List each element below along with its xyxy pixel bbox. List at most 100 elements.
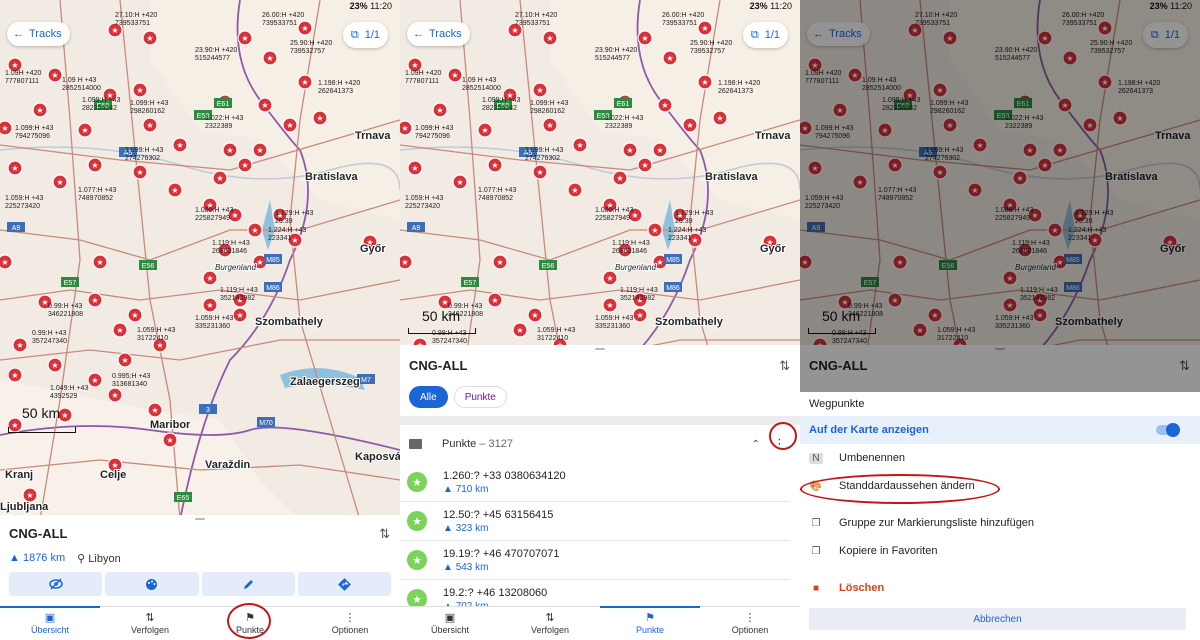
cancel-button[interactable]: Abbrechen: [809, 608, 1186, 630]
point-label: 225273420: [405, 203, 440, 210]
delete-item[interactable]: ■ Löschen: [800, 574, 1200, 602]
point-label: 2852514000: [462, 85, 501, 92]
marker-star: ★: [91, 296, 98, 305]
marker-star: ★: [686, 121, 693, 130]
marker-star: ★: [316, 114, 323, 123]
marker-star: ★: [241, 161, 248, 170]
point-label: 748970852: [478, 195, 513, 202]
road-label: E61: [617, 101, 630, 108]
eye-off-icon: [48, 578, 63, 590]
point-label: 357247340: [32, 338, 67, 345]
add-to-markers-item[interactable]: ❐ Gruppe zur Markierungsliste hinzufügen: [800, 509, 1200, 537]
point-label: 739533751: [115, 20, 150, 27]
point-label: 225827949: [195, 215, 230, 222]
tracks-back-button[interactable]: ← Tracks: [407, 22, 470, 46]
hide-track-button[interactable]: [9, 572, 103, 596]
marker-star: ★: [91, 376, 98, 385]
point-label: 274276302: [525, 155, 560, 162]
nav-options[interactable]: ⋮ Optionen: [700, 607, 800, 640]
point-label: 2322389: [605, 123, 632, 130]
sheet-handle[interactable]: [195, 518, 205, 520]
nav-follow[interactable]: ⇅ Verfolgen: [500, 607, 600, 640]
copy-to-favorites-item[interactable]: ❐ Kopiere in Favoriten: [800, 537, 1200, 565]
menu-title: Wegpunkte: [809, 398, 865, 410]
nav-overview[interactable]: ▣ Übersicht: [0, 606, 100, 640]
edit-track-button[interactable]: [201, 572, 295, 596]
panel-context-menu: ★ ★ ★ ★ ★ ★ ★ ★ ★ ★ ★ ★ ★ ★ ★ ★ ★ ★ ★ ★ ★ ★ ★ ★ ★ ★ ★ ★ ★ ★ ★ ★ ★ ★ ★ ★ ★ ★ ★ ★…: [800, 0, 1200, 640]
chip-all[interactable]: Alle: [409, 386, 448, 408]
point-label: 1.09H +420: [405, 70, 441, 77]
appearance-button[interactable]: [105, 572, 199, 596]
point-label: 266621846: [212, 248, 247, 255]
nav-follow[interactable]: ⇅ Verfolgen: [100, 607, 200, 640]
point-label: 27.10:H +420: [515, 12, 557, 19]
marker-star: ★: [456, 178, 463, 187]
layers-icon: ⧉: [350, 28, 359, 41]
show-on-map-toggle-row[interactable]: Auf der Karte anzeigen: [800, 416, 1200, 444]
nav-overview[interactable]: ▣ Übersicht: [400, 607, 500, 640]
point-label: 26.00:H +420: [262, 12, 304, 19]
chip-points[interactable]: Punkte: [453, 386, 507, 408]
point-label: 515244577: [595, 55, 630, 62]
battery-level: 23%: [749, 1, 768, 11]
group-header-points[interactable]: Punkte – 3127 ⌃ ⋮: [400, 425, 800, 463]
point-label: 777807111: [405, 78, 439, 85]
rename-icon: N: [809, 452, 823, 464]
road-label: E56: [142, 263, 155, 270]
point-label: 1.129:H +43: [675, 210, 713, 217]
point-label: 748970852: [78, 195, 113, 202]
panel-overview: ★ ★ ★ ★ ★ ★ ★ ★ ★ ★ ★ ★ ★ ★ ★ ★ ★ ★ ★ ★ ★ ★ ★ ★ ★ ★ ★ ★ ★ ★ ★ ★ ★ ★ ★ ★ ★ ★ ★ ★…: [0, 0, 400, 640]
marker-star: ★: [11, 371, 18, 380]
point-label: 0.99:H +43: [32, 330, 67, 337]
map-view[interactable]: ★ ★ ★ ★ ★ ★ ★ ★ ★ ★ ★ ★ ★ ★ ★ ★ ★ ★ ★ ★ ★ ★ ★ ★ ★ ★ ★ ★ ★ ★ ★ ★ ★ ★ ★ ★ ★ ★ ★ ★…: [0, 0, 400, 520]
road-label: M70: [259, 420, 273, 427]
scale-bar: [408, 328, 476, 334]
marker-star: ★: [691, 236, 698, 245]
marker-star: ★: [661, 101, 668, 110]
chevron-up-icon[interactable]: ⌃: [752, 439, 760, 450]
copy-icon: ❐: [811, 545, 821, 557]
marker-star: ★: [11, 61, 18, 70]
city-label: Bratislava: [705, 171, 758, 183]
marker-star: ★: [491, 161, 498, 170]
show-on-map-switch[interactable]: [1156, 423, 1180, 437]
point-label: 1.09H +420: [5, 70, 41, 77]
track-page-button[interactable]: ⧉ 1/1: [342, 22, 388, 48]
nav-points[interactable]: ⚑ Punkte: [600, 606, 700, 640]
nav-options[interactable]: ⋮ Optionen: [300, 607, 400, 640]
point-label: 739533751: [262, 20, 297, 27]
highlight-circle-appearance: [800, 474, 1000, 504]
point-label: 1.119:H +43: [612, 240, 650, 247]
sheet-handle[interactable]: [595, 348, 605, 350]
marker-star: ★: [606, 301, 613, 310]
point-label: 0.995:H +43: [112, 373, 150, 380]
city-label: Zalaegerszeg: [290, 376, 360, 388]
marker-star: ★: [536, 168, 543, 177]
city-label: Maribor: [150, 419, 191, 431]
highlight-circle-menu-button: [769, 422, 797, 450]
track-page-button[interactable]: ⧉ 1/1: [742, 22, 788, 48]
swap-icon[interactable]: ⇅: [779, 358, 790, 374]
map-view[interactable]: ★ ★ ★ ★ ★ ★ ★ ★ ★ ★ ★ ★ ★ ★ ★ ★ ★ ★ ★ ★ ★ ★ ★ ★ ★ ★ ★ ★ ★ ★ ★ ★ ★ ★ ★ ★ ★ ★ ★ ★…: [400, 0, 800, 350]
tracks-back-button[interactable]: ← Tracks: [7, 22, 70, 46]
marker-star: ★: [56, 178, 63, 187]
marker-star: ★: [436, 106, 443, 115]
city-label: Szombathely: [655, 316, 724, 328]
road-label: E61: [217, 101, 230, 108]
navigate-button[interactable]: [297, 572, 391, 596]
marker-star: ★: [666, 54, 673, 63]
waypoint-row[interactable]: ★ 1.260:? +33 0380634120 ▲ 710 km: [400, 463, 790, 502]
swap-icon[interactable]: ⇅: [379, 526, 390, 542]
marker-star: ★: [606, 274, 613, 283]
waypoint-row[interactable]: ★ 19.19:? +46 470707071 ▲ 543 km: [400, 541, 790, 580]
bottom-navigation: ▣ Übersicht ⇅ Verfolgen ⚑ Punkte ⋮ Optionen: [400, 606, 800, 640]
marker-star: ★: [636, 311, 643, 320]
folder-icon: [409, 439, 422, 449]
city-label: Kaposvár: [355, 451, 400, 463]
road-label: E57: [64, 280, 77, 287]
city-label: Bratislava: [305, 171, 358, 183]
marker-star: ★: [206, 301, 213, 310]
waypoint-row[interactable]: ★ 12.50:? +45 63156415 ▲ 323 km: [400, 502, 790, 541]
rename-item[interactable]: N Umbenennen: [800, 444, 1200, 472]
marker-star: ★: [166, 436, 173, 445]
